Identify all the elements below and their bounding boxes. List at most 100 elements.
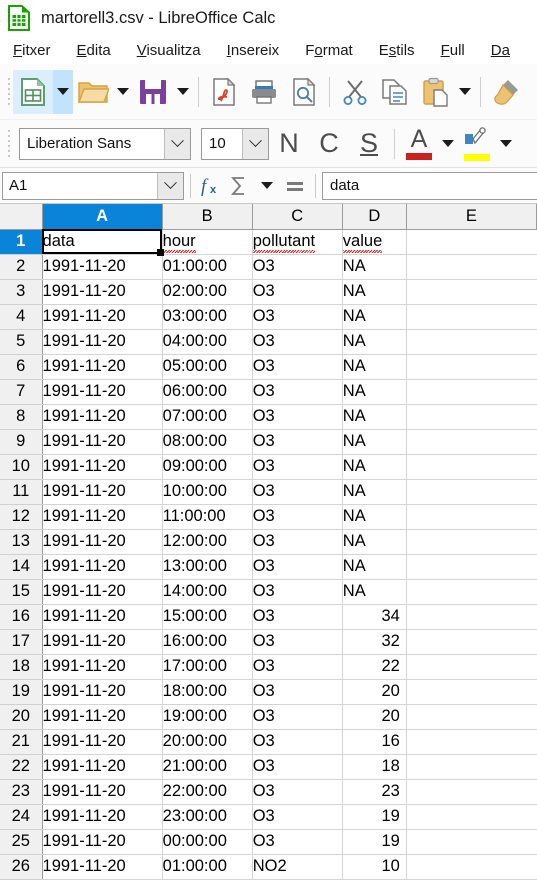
cell-C15[interactable]: O3: [252, 579, 343, 605]
cell-B13[interactable]: 12:00:00: [162, 529, 253, 555]
cell-D8[interactable]: NA: [342, 404, 407, 430]
cell-D5[interactable]: NA: [342, 329, 407, 355]
cell-E13[interactable]: [406, 529, 537, 555]
cell-A11[interactable]: 1991-11-20: [42, 479, 163, 505]
cell-B26[interactable]: 01:00:00: [162, 854, 253, 880]
cell-D11[interactable]: NA: [342, 479, 407, 505]
row-header-3[interactable]: 3: [0, 279, 43, 305]
cell-A15[interactable]: 1991-11-20: [42, 579, 163, 605]
cell-E20[interactable]: [406, 704, 537, 730]
menu-item-fitxer[interactable]: Fitxer: [13, 42, 51, 59]
spreadsheet-grid[interactable]: A B C D E 1 data hour pollutant value 2 1991-1…: [0, 204, 537, 882]
row-header-11[interactable]: 11: [0, 479, 43, 505]
column-header-b[interactable]: B: [162, 204, 253, 230]
cell-E5[interactable]: [406, 329, 537, 355]
cell-B19[interactable]: 18:00:00: [162, 679, 253, 705]
row-header-13[interactable]: 13: [0, 529, 43, 555]
font-size-input[interactable]: 10: [201, 127, 269, 160]
font-color-button[interactable]: A: [400, 124, 438, 164]
column-header-a[interactable]: A: [42, 204, 163, 230]
cell-A8[interactable]: 1991-11-20: [42, 404, 163, 430]
cell-C1[interactable]: pollutant: [252, 229, 343, 255]
cell-E10[interactable]: [406, 454, 537, 480]
cell-A17[interactable]: 1991-11-20: [42, 629, 163, 655]
cell-D17[interactable]: 32: [342, 629, 407, 655]
cell-D26[interactable]: 10: [342, 854, 407, 880]
toolbar-grip[interactable]: [4, 71, 13, 113]
cell-B25[interactable]: 00:00:00: [162, 829, 253, 855]
cell-C6[interactable]: O3: [252, 354, 343, 380]
cell-A14[interactable]: 1991-11-20: [42, 554, 163, 580]
cell-E14[interactable]: [406, 554, 537, 580]
bold-button[interactable]: N: [269, 124, 309, 164]
cell-E6[interactable]: [406, 354, 537, 380]
cell-D19[interactable]: 20: [342, 679, 407, 705]
row-header-12[interactable]: 12: [0, 504, 43, 530]
row-header-17[interactable]: 17: [0, 629, 43, 655]
cell-B7[interactable]: 06:00:00: [162, 379, 253, 405]
scissors-cut-icon[interactable]: [335, 70, 375, 114]
cell-A3[interactable]: 1991-11-20: [42, 279, 163, 305]
copy-pages-icon[interactable]: [375, 70, 415, 114]
cell-D21[interactable]: 16: [342, 729, 407, 755]
cell-E3[interactable]: [406, 279, 537, 305]
cell-C24[interactable]: O3: [252, 804, 343, 830]
formula-input-line[interactable]: data: [322, 171, 537, 200]
format-toolbar-grip[interactable]: [4, 123, 13, 165]
cell-A2[interactable]: 1991-11-20: [42, 254, 163, 280]
cell-E24[interactable]: [406, 804, 537, 830]
font-size-chevron-down-icon[interactable]: [242, 128, 268, 159]
cell-E23[interactable]: [406, 779, 537, 805]
new-document-dropdown-chevron-down-icon[interactable]: [53, 69, 73, 114]
pdf-export-icon[interactable]: [204, 70, 244, 114]
row-header-2[interactable]: 2: [0, 254, 43, 280]
cell-B6[interactable]: 05:00:00: [162, 354, 253, 380]
highlighting-color-button[interactable]: [458, 124, 496, 164]
cell-A18[interactable]: 1991-11-20: [42, 654, 163, 680]
cell-D23[interactable]: 23: [342, 779, 407, 805]
cell-D1[interactable]: value: [342, 229, 407, 255]
row-header-1[interactable]: 1: [0, 229, 43, 255]
cell-B3[interactable]: 02:00:00: [162, 279, 253, 305]
cell-A9[interactable]: 1991-11-20: [42, 429, 163, 455]
cell-A10[interactable]: 1991-11-20: [42, 454, 163, 480]
equals-formula-icon[interactable]: [281, 171, 309, 201]
cell-A4[interactable]: 1991-11-20: [42, 304, 163, 330]
cell-B4[interactable]: 03:00:00: [162, 304, 253, 330]
cell-B23[interactable]: 22:00:00: [162, 779, 253, 805]
name-box-chevron-down-icon[interactable]: [157, 172, 183, 199]
row-header-26[interactable]: 26: [0, 854, 43, 880]
cell-E1[interactable]: [406, 229, 537, 255]
cell-B21[interactable]: 20:00:00: [162, 729, 253, 755]
cell-D6[interactable]: NA: [342, 354, 407, 380]
cell-E25[interactable]: [406, 829, 537, 855]
cell-E9[interactable]: [406, 429, 537, 455]
cell-C17[interactable]: O3: [252, 629, 343, 655]
row-header-10[interactable]: 10: [0, 454, 43, 480]
cell-C18[interactable]: O3: [252, 654, 343, 680]
cell-D2[interactable]: NA: [342, 254, 407, 280]
row-header-7[interactable]: 7: [0, 379, 43, 405]
underline-button[interactable]: S: [349, 124, 389, 164]
cell-D14[interactable]: NA: [342, 554, 407, 580]
cell-B1[interactable]: hour: [162, 229, 253, 255]
cell-C5[interactable]: O3: [252, 329, 343, 355]
cell-E26[interactable]: [406, 854, 537, 880]
menu-item-estils[interactable]: Estils: [379, 42, 415, 59]
cell-B11[interactable]: 10:00:00: [162, 479, 253, 505]
cell-C13[interactable]: O3: [252, 529, 343, 555]
cell-D24[interactable]: 19: [342, 804, 407, 830]
column-header-c[interactable]: C: [252, 204, 343, 230]
cell-E15[interactable]: [406, 579, 537, 605]
row-header-21[interactable]: 21: [0, 729, 43, 755]
cell-C8[interactable]: O3: [252, 404, 343, 430]
cell-C19[interactable]: O3: [252, 679, 343, 705]
cell-C22[interactable]: O3: [252, 754, 343, 780]
cell-C16[interactable]: O3: [252, 604, 343, 630]
select-all-corner[interactable]: [0, 204, 43, 230]
cell-D4[interactable]: NA: [342, 304, 407, 330]
column-header-e[interactable]: E: [406, 204, 537, 230]
cell-C10[interactable]: O3: [252, 454, 343, 480]
cell-A5[interactable]: 1991-11-20: [42, 329, 163, 355]
cell-E12[interactable]: [406, 504, 537, 530]
